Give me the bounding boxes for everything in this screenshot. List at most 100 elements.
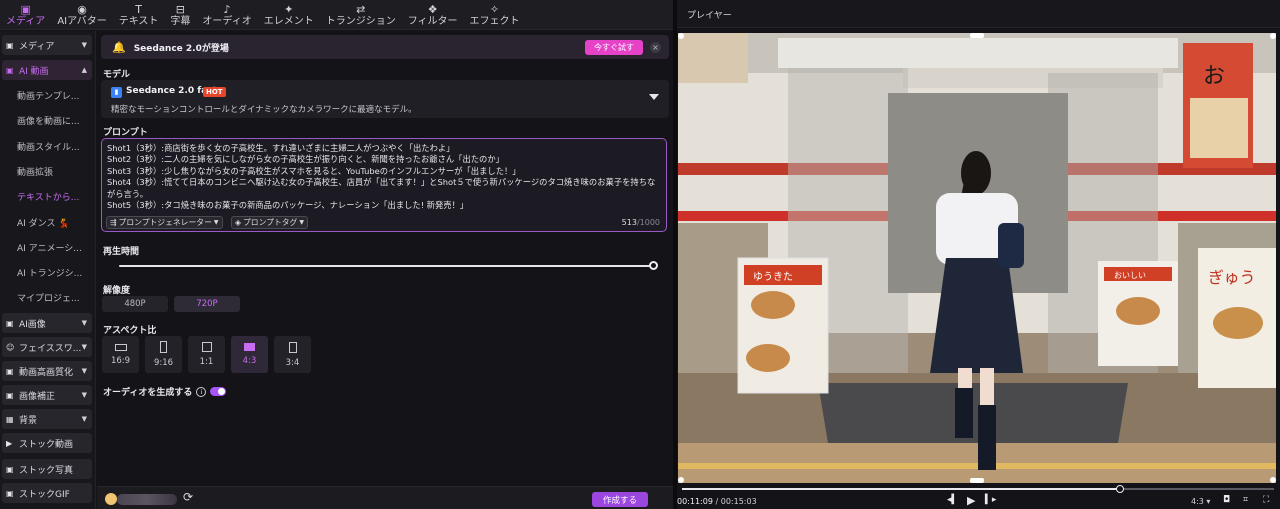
model-selector[interactable]: ▮ Seedance 2.0 fast HOT 精密なモーションコントロールとダ… <box>101 80 669 118</box>
sidebar-subitem[interactable]: AI ダンス 💃 <box>17 216 70 229</box>
chevron-down-icon: ▼ <box>81 343 87 351</box>
crop-handle-top[interactable] <box>970 33 984 38</box>
toolbar-tab-audio[interactable]: ♪ オーディオ <box>196 0 257 30</box>
sidebar-group-ai-video[interactable]: ▣ AI 動画 ▲ <box>2 60 92 80</box>
sidebar-subitem[interactable]: 動画スタイル... <box>17 140 80 153</box>
playback-progress[interactable] <box>682 485 1274 493</box>
toolbar-tab-effect[interactable]: ✧ エフェクト <box>464 0 526 30</box>
sidebar-group-image-correct[interactable]: ▣ 画像補正 ▼ <box>2 385 92 405</box>
crop-handle-corner[interactable] <box>678 477 684 483</box>
stock-photo-icon: ▣ <box>6 464 14 474</box>
ai-video-panel: 🔔 Seedance 2.0が登場 今すぐ試す × モデル ▮ Seedance… <box>97 31 673 509</box>
player-header: プレイヤー <box>677 0 1280 28</box>
prompt-generator-button[interactable]: ⇶ プロンプトジェネレーター ▼ <box>106 216 223 229</box>
sidebar-group-ai-image[interactable]: ▣ AI画像 ▼ <box>2 313 92 333</box>
fullscreen-icon[interactable]: ⛶ <box>1263 495 1269 505</box>
credit-balance <box>117 494 177 505</box>
toolbar-tab-filter[interactable]: ❖ フィルター <box>402 0 464 30</box>
generate-audio-toggle[interactable] <box>210 387 227 396</box>
toolbar-tab-transition[interactable]: ⇄ トランジション <box>320 0 402 30</box>
info-icon[interactable]: i <box>196 386 207 397</box>
chevron-down-icon: ▼ <box>81 391 87 399</box>
sidebar-group-stock-video[interactable]: ▶ ストック動画 <box>2 433 92 453</box>
prompt-tag-button[interactable]: ◈ プロンプトタグ ▼ <box>231 216 308 229</box>
aspect-ratio-option[interactable]: 9:16 <box>145 336 182 373</box>
sidebar-group-enhance[interactable]: ▣ 動画高画質化 ▼ <box>2 361 92 381</box>
character-count: 513/1000 <box>621 218 660 227</box>
toolbar-tab-element[interactable]: ✦ エレメント <box>258 0 320 30</box>
sidebar-subitem[interactable]: AI トランジシ... <box>17 266 82 279</box>
duration-slider[interactable] <box>119 265 655 267</box>
resolution-option[interactable]: 720P <box>174 296 240 312</box>
play-icon[interactable]: ▶ <box>967 494 975 507</box>
resolution-label: 解像度 <box>103 286 131 296</box>
crop-handle-corner[interactable] <box>678 33 684 39</box>
sign-text-right: ぎゅう <box>1208 268 1256 287</box>
media-icon: ▣ <box>20 3 31 16</box>
aspect-shape-icon <box>201 342 212 352</box>
toolbar-tab-avatar[interactable]: ◉ AIアバター <box>51 0 112 30</box>
sidebar-group-stock-photo[interactable]: ▣ ストック写真 <box>2 459 92 479</box>
toolbar-tab-text[interactable]: T テキスト <box>113 0 165 30</box>
aspect-shape-icon <box>114 343 127 351</box>
generate-button[interactable]: 作成する <box>592 492 648 507</box>
crop-icon[interactable]: ⌗ <box>1243 495 1248 505</box>
aspect-ratio-option[interactable]: 4:3 <box>231 336 268 373</box>
chevron-up-icon: ▲ <box>81 66 87 74</box>
generate-audio-row: オーディオを生成する i <box>103 385 227 398</box>
sidebar-group-media[interactable]: ▣ メディア ▼ <box>2 35 92 55</box>
aspect-ratio-option[interactable]: 3:4 <box>274 336 311 373</box>
tag-icon: ◈ <box>235 218 241 227</box>
aspect-ratio-label: アスペクト比 <box>103 326 157 336</box>
effect-icon: ✧ <box>489 3 500 16</box>
sidebar-subitem[interactable]: テキストから... <box>17 190 79 203</box>
left-sidebar: ▣ メディア ▼ ▣ AI 動画 ▲ ▣ AI画像 ▼ ☺ フェイススワ... ▼ ▣ 動画高画質化 ▼ ▣ 画… <box>0 31 96 509</box>
sidebar-group-background[interactable]: ▦ 背景 ▼ <box>2 409 92 429</box>
transition-icon: ⇄ <box>356 3 366 16</box>
subtitle-icon: ⊟ <box>175 3 186 16</box>
ai-video-icon: ▣ <box>6 65 14 75</box>
background-icon: ▦ <box>6 414 14 424</box>
resolution-option[interactable]: 480P <box>102 296 168 312</box>
refresh-icon[interactable]: ⟳ <box>183 490 193 504</box>
bell-icon: 🔔 <box>112 40 126 54</box>
chevron-down-icon[interactable] <box>649 94 659 100</box>
try-now-button[interactable]: 今すぐ試す <box>585 40 643 55</box>
sidebar-group-stock-gif[interactable]: ▣ ストックGIF <box>2 483 92 503</box>
next-frame-icon[interactable]: ▍▸ <box>985 495 996 505</box>
sidebar-subitem[interactable]: マイプロジェ... <box>17 291 80 304</box>
sign-text-center: おいしい <box>1114 271 1146 280</box>
crop-handle-corner[interactable] <box>1270 33 1276 39</box>
duration-label: 再生時間 <box>103 247 140 257</box>
close-icon[interactable]: × <box>650 42 661 53</box>
duration-slider-handle[interactable] <box>649 261 658 270</box>
video-preview[interactable]: お ゆうきた おいしい ぎゅう <box>678 33 1276 483</box>
prompt-input[interactable]: Shot1（3秒）:商店街を歩く女の子高校生。すれ違いざまに主婦二人がつぶやく「… <box>101 138 667 232</box>
crop-handle-corner[interactable] <box>1270 477 1276 483</box>
aspect-ratio-option[interactable]: 1:1 <box>188 336 225 373</box>
prompt-line: Shot4（3秒）:慌てて日本のコンビニへ駆け込む女の子高校生、店員が「出てます… <box>107 177 656 199</box>
generate-audio-label: オーディオを生成する <box>103 388 193 398</box>
crop-handle-bottom[interactable] <box>970 478 984 483</box>
sidebar-subitem[interactable]: 画像を動画に... <box>17 114 80 127</box>
media-icon: ▣ <box>6 40 14 50</box>
text-icon: T <box>135 3 142 16</box>
sidebar-group-face-swap[interactable]: ☺ フェイススワ... ▼ <box>2 337 92 357</box>
top-toolbar: ▣ メディア ◉ AIアバター T テキスト ⊟ 字幕 ♪ オーディオ ✦ エレメント ⇄ トランジション… <box>0 0 673 30</box>
aspect-shape-icon <box>244 343 255 351</box>
video-frame: お ゆうきた おいしい ぎゅう <box>678 33 1276 483</box>
chevron-down-icon: ▼ <box>213 219 219 226</box>
playback-scrubber[interactable] <box>1116 485 1125 493</box>
prompt-text[interactable]: Shot1（3秒）:商店街を歩く女の子高校生。すれ違いざまに主婦二人がつぶやく「… <box>107 143 659 211</box>
prev-frame-icon[interactable]: ◂▍ <box>947 495 958 505</box>
chevron-down-icon: ▼ <box>299 219 304 226</box>
prompt-label: プロンプト <box>103 128 148 138</box>
aspect-ratio-selector[interactable]: 4:3 ▾ <box>1191 497 1210 506</box>
toolbar-tab-media[interactable]: ▣ メディア <box>0 0 51 30</box>
snapshot-icon[interactable]: ◘ <box>1223 495 1230 505</box>
toolbar-tab-subtitle[interactable]: ⊟ 字幕 <box>164 0 196 30</box>
sidebar-subitem[interactable]: 動画拡張 <box>17 165 53 178</box>
sidebar-subitem[interactable]: 動画テンプレ... <box>17 89 79 102</box>
sidebar-subitem[interactable]: AI アニメーシ... <box>17 241 82 254</box>
aspect-ratio-option[interactable]: 16:9 <box>102 336 139 373</box>
